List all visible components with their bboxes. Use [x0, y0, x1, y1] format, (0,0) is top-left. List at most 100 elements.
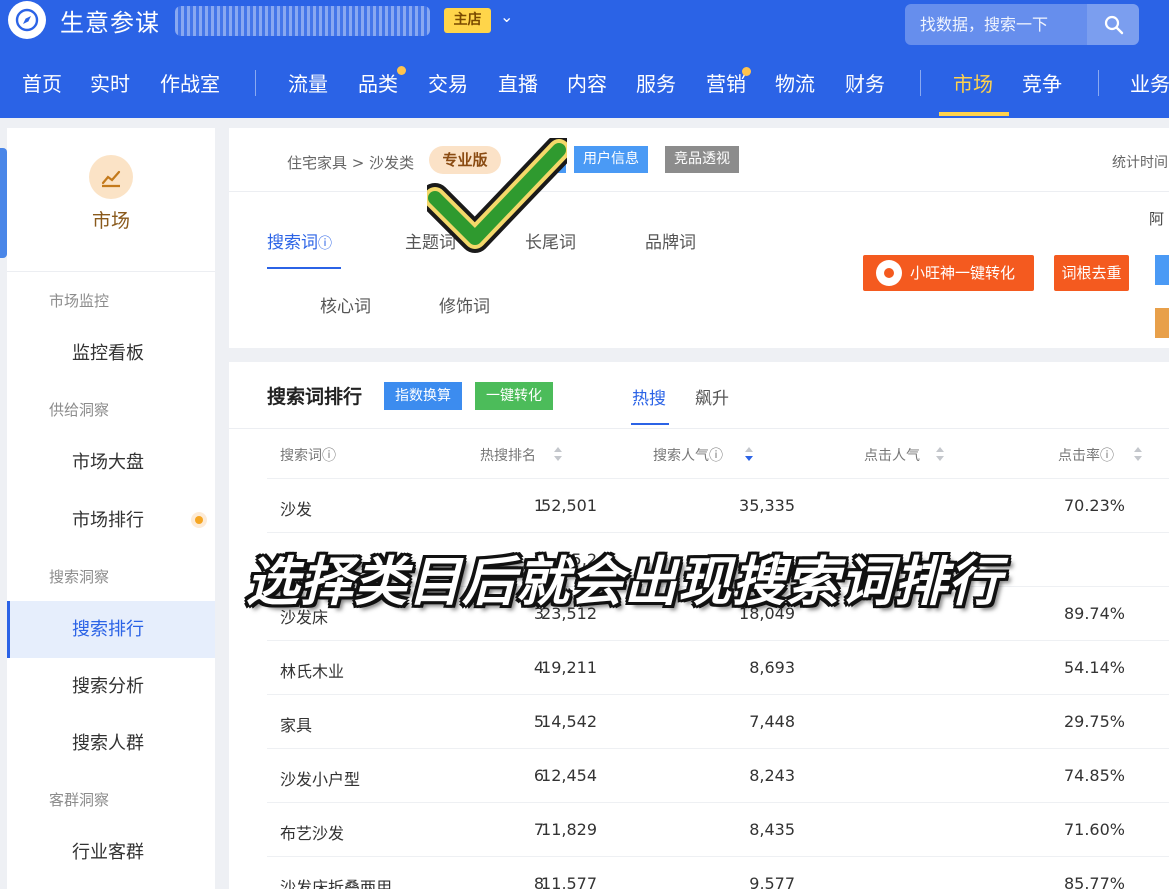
filter-panel: 住宅家具 > 沙发类 专业版 用户信息 竞品透视 统计时间 搜索词ⓘ 主题词 长…	[229, 128, 1169, 348]
table-row[interactable]: 沙发小户型 6 12,454 8,243 74.85%	[267, 748, 1169, 802]
nav-marketing-dot	[742, 67, 751, 76]
search-input[interactable]: 找数据，搜索一下	[905, 4, 1087, 45]
main-shop-badge[interactable]: 主店	[444, 8, 491, 33]
tab-rising[interactable]: 飙升	[695, 384, 729, 409]
tab-brand-term[interactable]: 品牌词	[645, 228, 696, 253]
green-checkmark-icon	[427, 138, 567, 253]
nav-market[interactable]: 市场	[953, 68, 993, 97]
cell-keyword: 林氏木业	[280, 662, 345, 681]
sort-desc-icon[interactable]	[744, 446, 754, 462]
sidebar-item-industry-customer[interactable]: 行业客群	[7, 824, 215, 881]
col-header-rank[interactable]: 热搜排名	[480, 445, 536, 465]
table-row[interactable]: 林氏木业 4 19,211 8,693 54.14%	[267, 640, 1169, 694]
header-label: 搜索词	[280, 448, 322, 464]
tab-hot-search[interactable]: 热搜	[632, 384, 666, 409]
sort-icon[interactable]	[553, 446, 563, 462]
table-row[interactable]: 沙发 1 52,501 35,335 70.23%	[267, 478, 1169, 532]
nav-marketing[interactable]: 营销	[706, 68, 746, 97]
one-click-convert-button[interactable]: 一键转化	[475, 382, 553, 410]
nav-compete[interactable]: 竞争	[1022, 68, 1062, 97]
sort-icon[interactable]	[1133, 446, 1143, 462]
help-icon: ⓘ	[322, 448, 336, 464]
sidebar-item-search-analysis[interactable]: 搜索分析	[7, 658, 215, 715]
index-convert-button[interactable]: 指数换算	[384, 382, 462, 410]
edge-orange-button[interactable]	[1155, 308, 1169, 338]
table-row[interactable]: 家具 5 14,542 7,448 29.75%	[267, 694, 1169, 748]
cell-search-popularity: 52,501	[541, 496, 597, 515]
cell-click-popularity: 35,335	[739, 496, 795, 515]
cell-search-popularity: 14,542	[541, 712, 597, 731]
overlay-caption: 选择类目后就会出现搜索词排行	[246, 552, 1002, 613]
tab-active-indicator	[631, 423, 669, 425]
category-breadcrumb[interactable]: 住宅家具 > 沙发类	[287, 152, 414, 173]
nav-traffic[interactable]: 流量	[288, 68, 328, 97]
competitor-tag[interactable]: 竞品透视	[665, 146, 739, 173]
xiaowangshen-convert-button[interactable]: 小旺神一键转化	[863, 255, 1034, 291]
nav-warroom[interactable]: 作战室	[160, 68, 220, 97]
col-header-click-rate[interactable]: 点击率ⓘ	[1058, 445, 1114, 465]
root-dedupe-button[interactable]: 词根去重	[1054, 255, 1129, 291]
nav-live[interactable]: 直播	[498, 68, 538, 97]
sidebar-item-label: 市场排行	[72, 510, 144, 531]
sidebar-divider	[7, 271, 215, 272]
tab-search-term[interactable]: 搜索词ⓘ	[267, 228, 332, 253]
cell-click-rate: 89.74%	[1063, 604, 1125, 623]
sidebar-title: 市场	[91, 210, 130, 232]
floating-edge-widget[interactable]	[0, 148, 7, 258]
nav-finance[interactable]: 财务	[845, 68, 885, 97]
nav-category-dot	[397, 66, 406, 75]
chevron-down-icon[interactable]: ⌄	[500, 7, 513, 26]
sidebar-item-market-ranking[interactable]: 市场排行	[7, 492, 215, 549]
sidebar-item-search-ranking[interactable]: 搜索排行	[7, 601, 215, 658]
sort-icon[interactable]	[935, 446, 945, 462]
tab-active-indicator	[267, 267, 341, 269]
compass-logo-icon[interactable]	[8, 1, 46, 39]
nav-content[interactable]: 内容	[567, 68, 607, 97]
user-info-tag[interactable]: 用户信息	[574, 146, 648, 173]
nav-realtime[interactable]: 实时	[90, 68, 130, 97]
nav-service[interactable]: 服务	[636, 68, 676, 97]
sidebar-group-monitor: 市场监控	[49, 292, 110, 310]
button-label: 小旺神一键转化	[910, 264, 1016, 282]
table-row[interactable]: 布艺沙发 7 11,829 8,435 71.60%	[267, 802, 1169, 856]
cell-keyword: 布艺沙发	[280, 824, 345, 843]
help-icon: ⓘ	[1100, 448, 1114, 464]
edge-blue-button[interactable]	[1155, 255, 1169, 285]
sidebar-item-monitor-board[interactable]: 监控看板	[7, 325, 215, 382]
cell-click-rate: 29.75%	[1063, 712, 1125, 731]
sidebar-group-customer: 客群洞察	[49, 791, 110, 809]
main-nav: 首页 实时 作战室 流量 品类 交易 直播 内容 服务 营销 物流 财务 市场 …	[0, 56, 1169, 118]
subtab-modifier-term[interactable]: 修饰词	[439, 292, 490, 317]
nav-business[interactable]: 业务	[1130, 68, 1169, 97]
nav-divider	[255, 70, 256, 96]
sidebar-item-market-overview[interactable]: 市场大盘	[7, 434, 215, 491]
nav-category[interactable]: 品类	[358, 68, 398, 97]
ali-label: 阿	[1149, 210, 1165, 228]
sidebar-item-search-crowd[interactable]: 搜索人群	[7, 715, 215, 772]
cell-click-rate: 74.85%	[1063, 766, 1125, 785]
blurred-shop-name	[175, 6, 430, 36]
table-row[interactable]: 沙发床折叠两用 8 11,577 9,577 85.77%	[267, 856, 1169, 889]
help-icon: ⓘ	[318, 236, 332, 252]
search-button[interactable]	[1087, 4, 1139, 45]
sidebar-group-search: 搜索洞察	[49, 568, 110, 586]
cell-keyword: 沙发	[280, 500, 313, 519]
cell-click-rate: 54.14%	[1063, 658, 1125, 677]
col-header-search-popularity[interactable]: 搜索人气ⓘ	[653, 445, 723, 465]
cell-click-rate: 71.60%	[1063, 820, 1125, 839]
subtab-core-term[interactable]: 核心词	[320, 292, 371, 317]
cell-search-popularity: 11,829	[541, 820, 597, 839]
ranking-panel: 搜索词排行 指数换算 一键转化 热搜 飙升 搜索词ⓘ 热搜排名 搜索人气ⓘ 点击…	[229, 362, 1169, 889]
sidebar-group-supply: 供给洞察	[49, 401, 110, 419]
sidebar: 市场 市场监控 监控看板 供给洞察 市场大盘 市场排行 搜索洞察 搜索排行 搜索…	[7, 128, 215, 889]
cell-click-rate: 85.77%	[1063, 874, 1125, 889]
nav-logistics[interactable]: 物流	[775, 68, 815, 97]
cell-click-popularity: 9,577	[749, 874, 795, 889]
nav-active-indicator	[939, 112, 1009, 116]
tab-label: 搜索词	[267, 233, 318, 253]
nav-home[interactable]: 首页	[22, 68, 62, 97]
nav-trade[interactable]: 交易	[428, 68, 468, 97]
cell-click-rate: 70.23%	[1063, 496, 1125, 515]
cell-click-popularity: 8,243	[749, 766, 795, 785]
col-header-click-popularity[interactable]: 点击人气	[864, 445, 920, 465]
